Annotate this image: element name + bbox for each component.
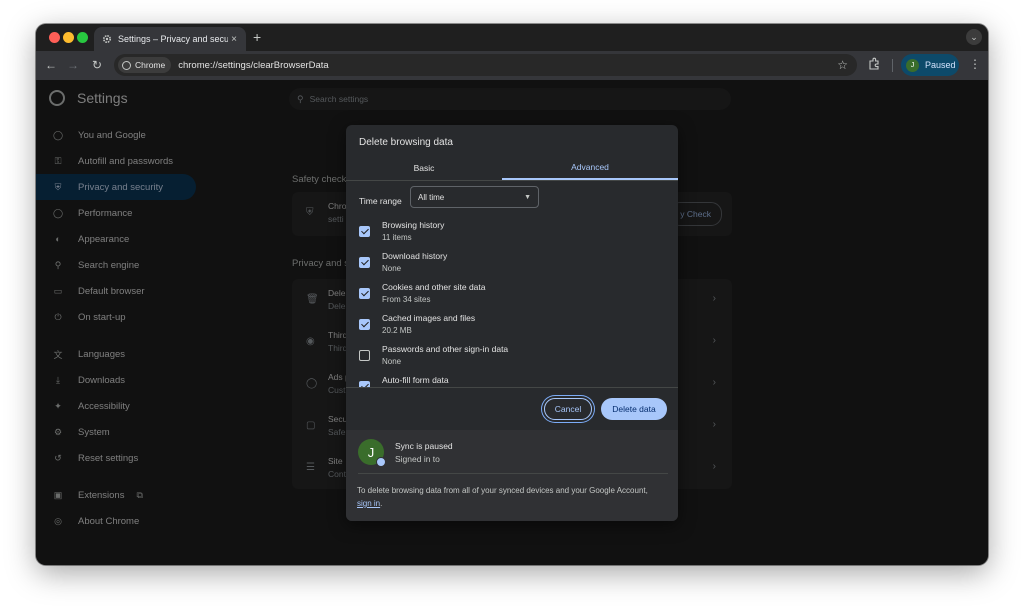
sync-note-end: . (380, 499, 383, 508)
delete-browsing-data-dialog: Delete browsing data Basic Advanced Time… (346, 125, 678, 521)
toolbar: ← → ↻ Chrome chrome://settings/clearBrow… (36, 51, 988, 80)
list-item[interactable]: Passwords and other sign-in data None (359, 342, 659, 372)
sync-section: J Sync is paused Signed in to To delete … (346, 430, 678, 521)
passwords-checkbox[interactable] (359, 350, 370, 361)
settings-page: Settings ⚲ Search settings ◯ You and Goog… (36, 80, 988, 565)
browsing-history-checkbox[interactable] (359, 226, 370, 237)
tab-basic[interactable]: Basic (346, 155, 502, 180)
list-item[interactable]: Download history None (359, 249, 659, 279)
sync-subtitle: Signed in to (395, 454, 440, 464)
menu-icon[interactable]: ⋮ (969, 57, 981, 71)
gear-icon (102, 34, 112, 44)
avatar: J (906, 58, 919, 72)
item-subtitle: 11 items (382, 233, 412, 242)
dialog-tabs: Basic Advanced (346, 155, 678, 181)
chip-label: Chrome (135, 60, 166, 70)
reload-icon[interactable]: ↻ (89, 57, 105, 73)
delete-data-button[interactable]: Delete data (601, 398, 667, 420)
list-item[interactable]: Cookies and other site data From 34 site… (359, 280, 659, 310)
dialog-title: Delete browsing data (359, 137, 453, 148)
item-subtitle: From 34 sites (382, 295, 431, 304)
dialog-divider (346, 387, 678, 388)
sync-note-text: To delete browsing data from all of your… (357, 486, 648, 495)
back-arrow-icon[interactable]: ← (43, 57, 59, 73)
close-window-button[interactable] (49, 32, 60, 43)
sign-in-link[interactable]: sign in (357, 499, 380, 508)
chrome-icon (122, 60, 131, 70)
data-type-list[interactable]: Browsing history 11 items Download histo… (346, 218, 678, 388)
item-label: Cookies and other site data (382, 282, 486, 292)
profile-status: Paused (925, 60, 956, 70)
time-range-select[interactable]: All time ▼ (410, 186, 539, 208)
maximize-window-button[interactable] (77, 32, 88, 43)
item-subtitle: None (382, 357, 402, 366)
dropdown-caret-icon: ▼ (524, 193, 531, 201)
tab-title: Settings – Privacy and securi (118, 34, 228, 44)
cookies-checkbox[interactable] (359, 288, 370, 299)
sync-title: Sync is paused (395, 441, 453, 451)
profile-button[interactable]: J Paused (901, 54, 959, 76)
sync-paused-badge-icon (376, 457, 386, 467)
toolbar-divider (892, 59, 893, 72)
item-label: Browsing history (382, 220, 445, 230)
tab-advanced[interactable]: Advanced (502, 155, 678, 180)
tab-settings[interactable]: Settings – Privacy and securi × (94, 27, 246, 51)
star-icon[interactable]: ☆ (837, 58, 848, 72)
download-history-checkbox[interactable] (359, 257, 370, 268)
title-bar: Settings – Privacy and securi × + ⌄ (36, 24, 988, 51)
puzzle-icon[interactable] (868, 57, 882, 71)
item-label: Cached images and files (382, 313, 476, 323)
list-item[interactable]: Auto-fill form data (359, 373, 659, 388)
close-icon[interactable]: × (228, 34, 240, 45)
address-bar[interactable]: Chrome chrome://settings/clearBrowserDat… (114, 54, 857, 76)
time-range-label: Time range (359, 196, 402, 206)
list-item[interactable]: Cached images and files 20.2 MB (359, 311, 659, 341)
site-info-chip[interactable]: Chrome (118, 57, 172, 73)
item-label: Passwords and other sign-in data (382, 344, 509, 354)
new-tab-button[interactable]: + (253, 29, 261, 45)
item-label: Auto-fill form data (382, 375, 449, 385)
chevron-down-icon[interactable]: ⌄ (966, 29, 982, 45)
forward-arrow-icon[interactable]: → (65, 57, 81, 73)
list-item[interactable]: Browsing history 11 items (359, 218, 659, 248)
item-subtitle: 20.2 MB (382, 326, 412, 335)
cached-images-checkbox[interactable] (359, 319, 370, 330)
item-subtitle: None (382, 264, 402, 273)
sync-note: To delete browsing data from all of your… (357, 484, 657, 510)
time-range-value: All time (418, 192, 445, 202)
browser-window: Settings – Privacy and securi × + ⌄ ← → … (36, 24, 988, 565)
minimize-window-button[interactable] (63, 32, 74, 43)
sync-divider (358, 473, 668, 474)
url-text[interactable]: chrome://settings/clearBrowserData (178, 60, 328, 71)
cancel-button[interactable]: Cancel (544, 398, 592, 420)
item-label: Download history (382, 251, 448, 261)
